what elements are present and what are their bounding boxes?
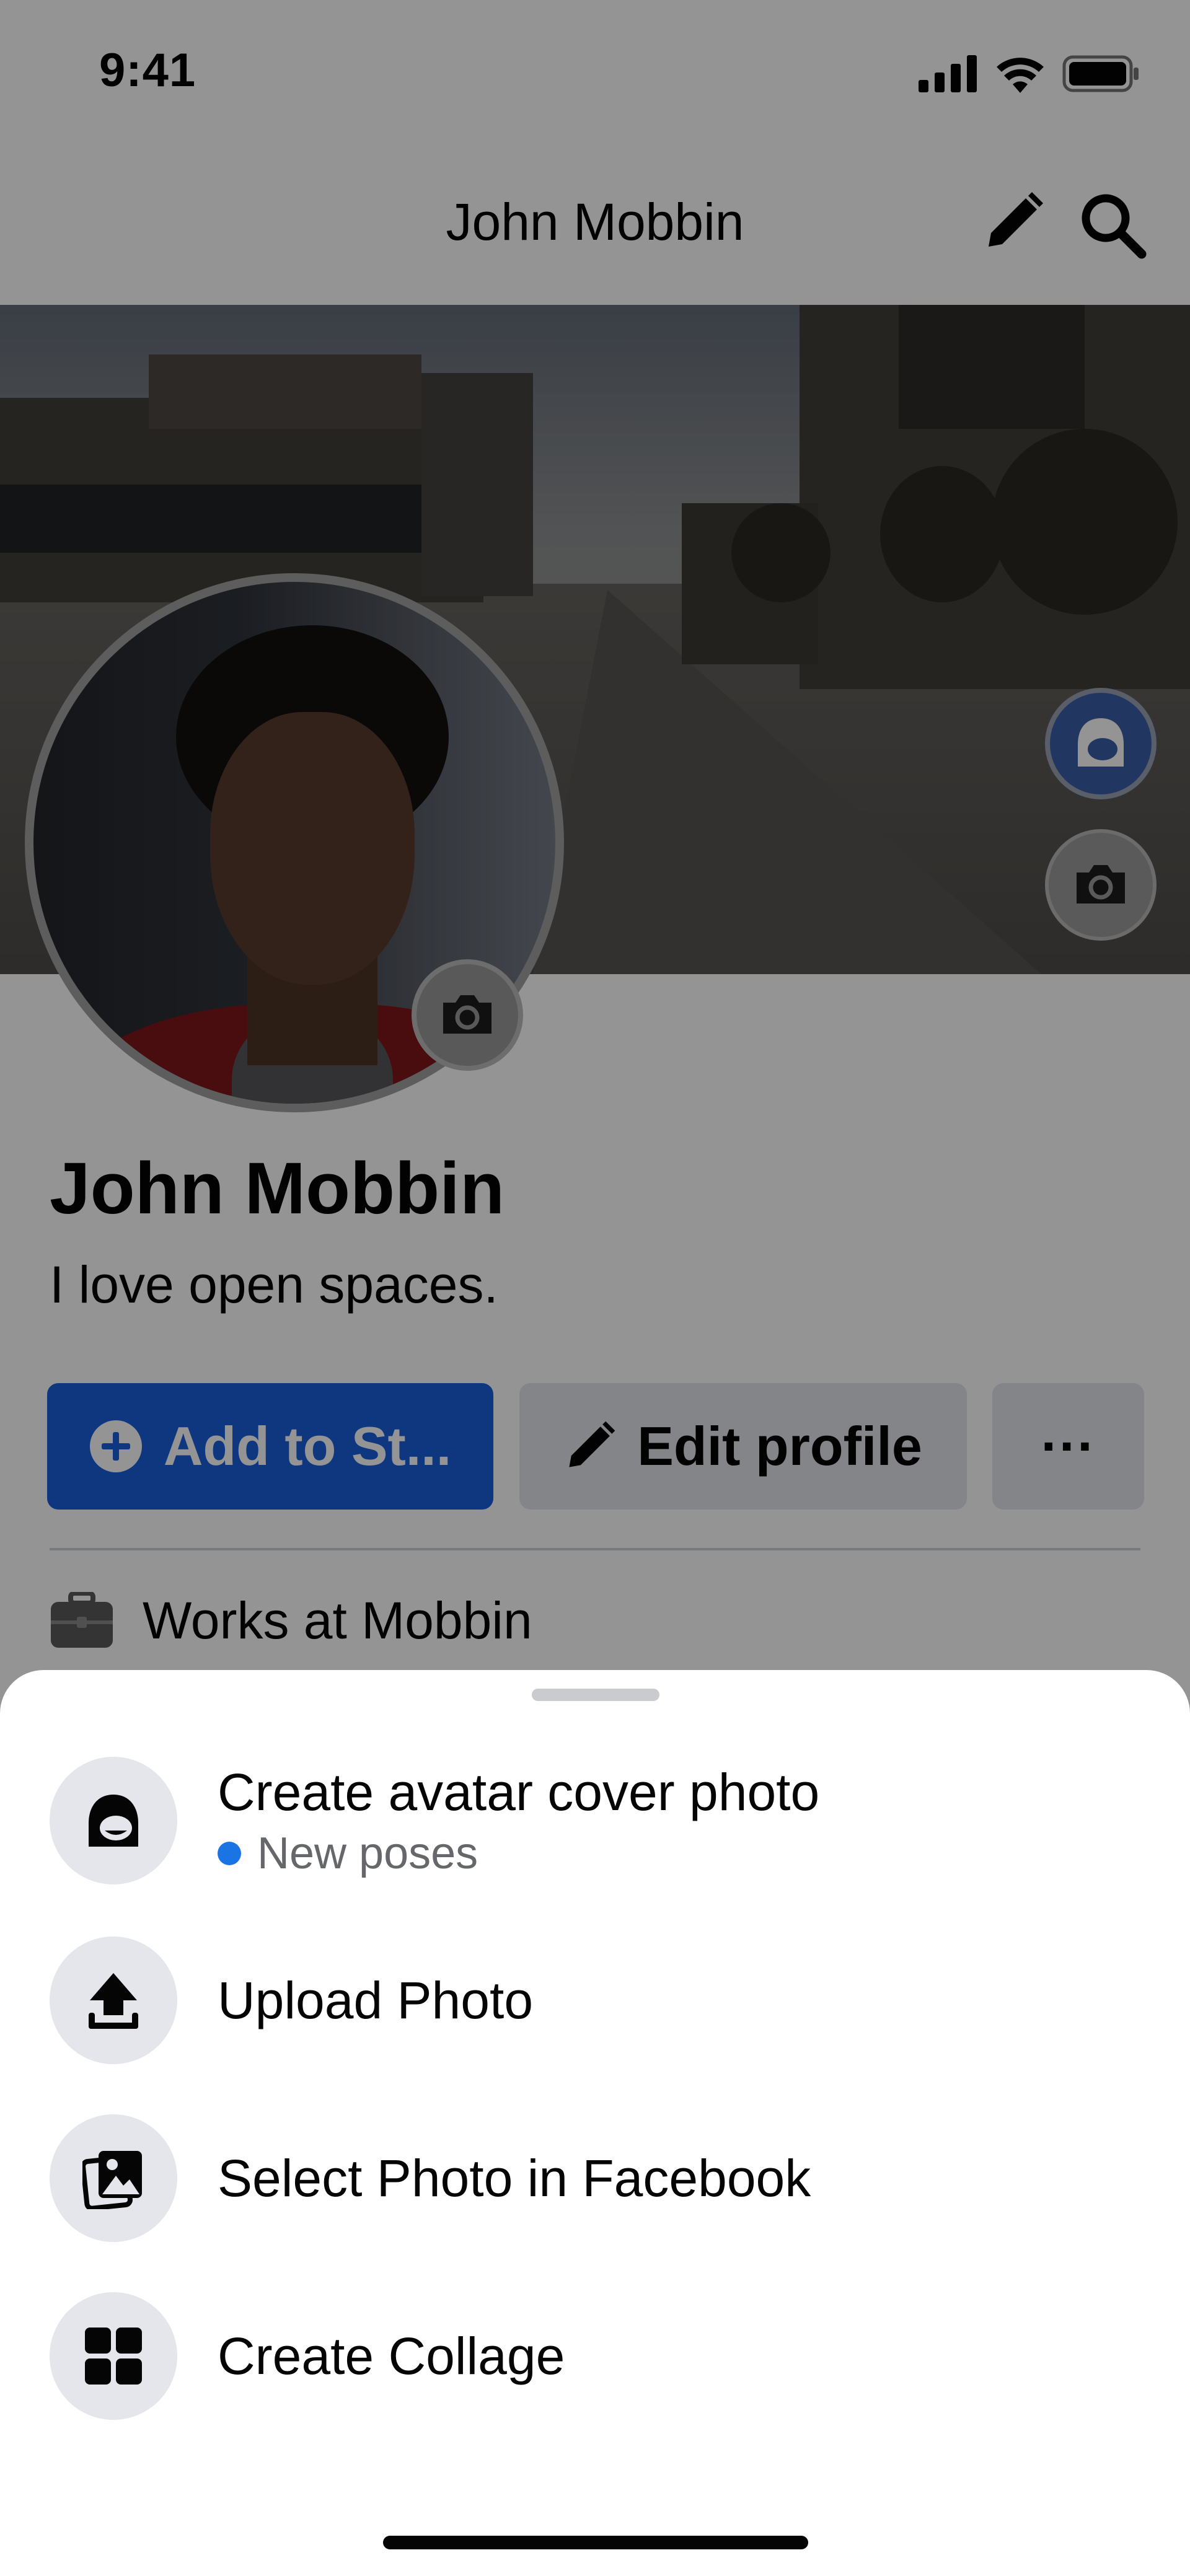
sheet-item-label: Select Photo in Facebook <box>218 2148 811 2207</box>
upload-icon <box>50 1936 177 2064</box>
avatar-icon <box>50 1757 177 1884</box>
sheet-item-create-avatar-cover[interactable]: Create avatar cover photo New poses <box>50 1757 1140 1884</box>
bottom-sheet: Create avatar cover photo New poses Uplo… <box>0 1670 1190 2576</box>
collage-grid-icon <box>50 2292 177 2420</box>
new-indicator-dot <box>218 1842 241 1866</box>
photo-gallery-icon <box>50 2114 177 2242</box>
sheet-item-label: Create avatar cover photo <box>218 1762 820 1821</box>
sheet-grabber[interactable] <box>532 1689 659 1701</box>
sheet-item-label: Create Collage <box>218 2326 565 2385</box>
sheet-item-sublabel: New poses <box>257 1829 478 1879</box>
home-indicator[interactable] <box>383 2536 808 2549</box>
sheet-item-label: Upload Photo <box>218 1971 534 2029</box>
sheet-item-create-collage[interactable]: Create Collage <box>50 2292 1140 2420</box>
sheet-item-select-photo-facebook[interactable]: Select Photo in Facebook <box>50 2114 1140 2242</box>
screen: 9:41 John Mobbin John Mobbin I love open… <box>0 0 1190 2576</box>
sheet-item-upload-photo[interactable]: Upload Photo <box>50 1936 1140 2064</box>
